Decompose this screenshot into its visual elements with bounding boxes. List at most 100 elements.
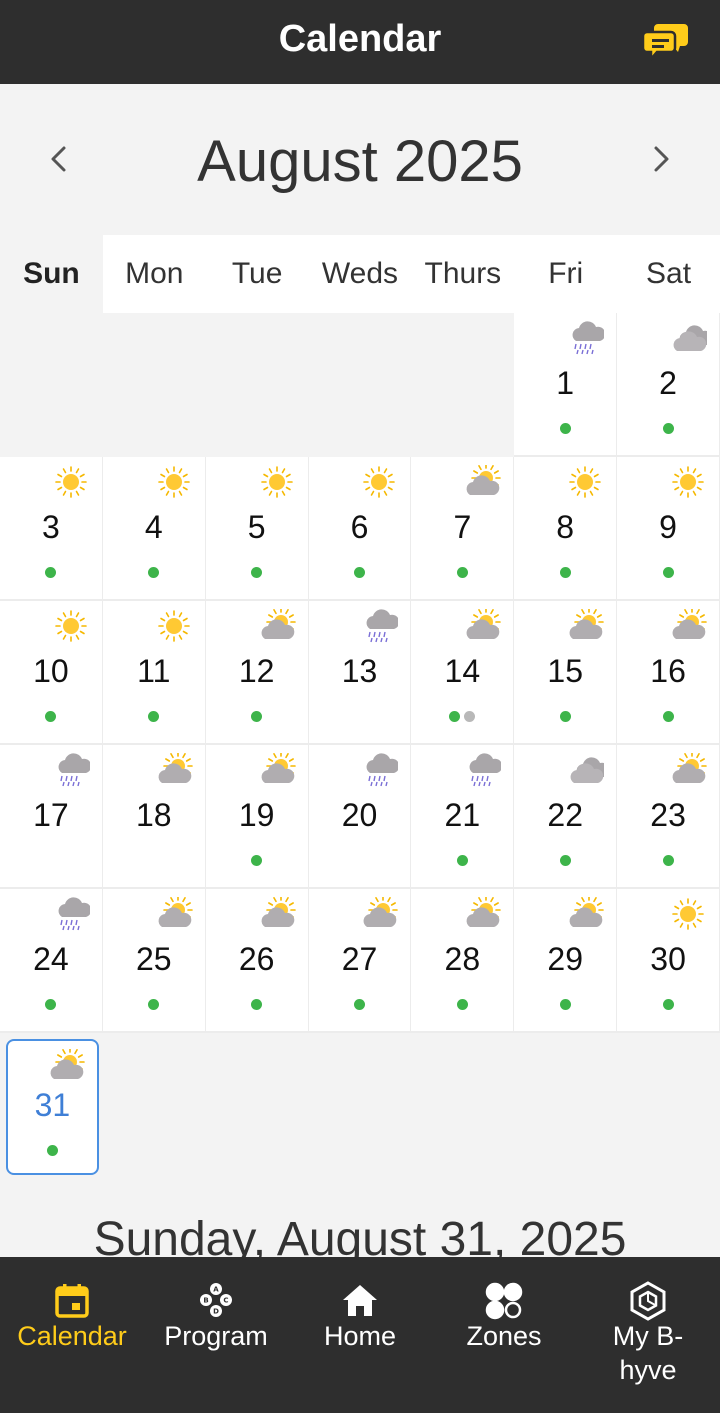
calendar-day-cell[interactable]: 18: [102, 745, 206, 889]
cloudy-weather-icon: [669, 321, 713, 355]
calendar-day-cell[interactable]: 24: [0, 889, 103, 1033]
calendar-day-cell[interactable]: 13: [308, 601, 412, 745]
calendar-day-cell[interactable]: 6: [308, 457, 412, 601]
calendar-day-cell[interactable]: 9: [617, 457, 720, 601]
program-icon: AB CD: [196, 1281, 236, 1321]
calendar-day-cell[interactable]: 30: [617, 889, 720, 1033]
calendar-day-cell[interactable]: 10: [0, 601, 103, 745]
home-icon: [340, 1281, 380, 1321]
calendar-day-cell[interactable]: 22: [514, 745, 618, 889]
calendar-day-cell[interactable]: 19: [205, 745, 309, 889]
sun-weather-icon: [566, 465, 604, 499]
partly-cloudy-weather-icon: [155, 895, 193, 931]
event-indicators: [411, 999, 513, 1010]
day-number: 10: [33, 653, 69, 689]
event-indicators: [206, 711, 308, 722]
event-indicators: [0, 711, 102, 722]
day-number: 1: [556, 365, 575, 401]
event-indicators: [103, 711, 205, 722]
event-indicators: [514, 711, 616, 722]
day-number: 17: [33, 797, 69, 833]
chat-bubbles-icon: [641, 24, 688, 63]
weekday-sat: Sat: [646, 257, 692, 290]
tab-program[interactable]: A B C D Program: [144, 1257, 288, 1413]
partly-cloudy-weather-icon: [566, 895, 604, 931]
chat-button[interactable]: [641, 20, 690, 64]
event-indicators: [411, 855, 513, 866]
watering-event-dot: [148, 999, 160, 1010]
calendar-day-cell[interactable]: 26: [205, 889, 309, 1033]
calendar-day-cell[interactable]: 11: [102, 601, 206, 745]
watering-event-dot: [662, 999, 674, 1010]
event-indicators: [309, 567, 411, 578]
calendar-day-cell[interactable]: 27: [308, 889, 412, 1033]
day-number: 13: [341, 653, 378, 689]
calendar-day-cell[interactable]: 29: [514, 889, 618, 1033]
event-indicators: [309, 999, 411, 1010]
hexagon-device-icon: [628, 1281, 668, 1321]
calendar-day-cell[interactable]: 4: [102, 457, 206, 601]
tab-home[interactable]: Home: [288, 1257, 432, 1413]
cloudy-weather-icon: [566, 753, 610, 787]
svg-text:A: A: [213, 1286, 219, 1294]
day-number: 20: [341, 797, 378, 833]
calendar-day-cell[interactable]: 14: [411, 601, 515, 745]
event-indicators: [411, 711, 513, 722]
calendar-empty-cell: [205, 1033, 309, 1177]
watering-event-dot: [251, 999, 263, 1010]
tab-label: Calendar: [17, 1321, 127, 1351]
weekday-fri: Fri: [548, 257, 584, 290]
calendar-day-cell[interactable]: 5: [205, 457, 309, 601]
partly-cloudy-weather-icon: [258, 895, 296, 931]
watering-event-dot: [559, 711, 571, 722]
event-indicators: [514, 567, 616, 578]
partly-cloudy-weather-icon: [566, 607, 604, 643]
calendar-day-cell[interactable]: 23: [617, 745, 720, 889]
next-month-button[interactable]: [640, 134, 680, 184]
event-indicators: [617, 999, 719, 1010]
sun-weather-icon: [52, 465, 90, 499]
calendar-empty-cell: [102, 1033, 206, 1177]
tab-calendar[interactable]: Calendar: [0, 1257, 144, 1413]
event-indicators: [206, 855, 308, 866]
calendar-day-cell[interactable]: 31: [6, 1039, 99, 1175]
rain-weather-icon: [463, 753, 503, 787]
day-number: 30: [650, 941, 686, 977]
watering-event-dot: [662, 423, 674, 434]
event-indicators: [617, 567, 719, 578]
day-number: 6: [350, 509, 369, 545]
calendar-day-cell[interactable]: 15: [514, 601, 618, 745]
calendar-day-cell[interactable]: 7: [411, 457, 515, 601]
tab-label: Program: [164, 1321, 268, 1351]
calendar-day-cell[interactable]: 12: [205, 601, 309, 745]
watering-event-dot: [45, 567, 57, 578]
weekday-tue: Tue: [231, 257, 283, 290]
event-indicators: [206, 567, 308, 578]
tab-label: Zones: [466, 1321, 542, 1351]
calendar-day-cell[interactable]: 28: [411, 889, 515, 1033]
watering-event-dot: [662, 855, 674, 866]
calendar-day-cell[interactable]: 20: [308, 745, 412, 889]
skipped-event-dot: [464, 711, 476, 722]
calendar-day-cell[interactable]: 16: [617, 601, 720, 745]
weekday-sun: Sun: [0, 235, 103, 313]
calendar-day-cell[interactable]: 25: [102, 889, 206, 1033]
weekday-mon: Mon: [125, 257, 184, 290]
day-number: 12: [238, 653, 275, 689]
calendar-day-cell[interactable]: 21: [411, 745, 515, 889]
tab-zones[interactable]: Zones: [432, 1257, 576, 1413]
rain-weather-icon: [52, 753, 92, 787]
watering-event-dot: [353, 999, 365, 1010]
watering-event-dot: [353, 567, 365, 578]
day-number: 22: [547, 797, 583, 833]
watering-event-dot: [559, 423, 571, 434]
calendar-day-cell[interactable]: 2: [617, 313, 720, 457]
event-indicators: [0, 567, 102, 578]
calendar-day-cell[interactable]: 8: [514, 457, 618, 601]
calendar-day-cell[interactable]: 3: [0, 457, 103, 601]
weekday-header-row: Sun Mon Tue Weds Thurs Fri Sat: [0, 235, 720, 313]
calendar-day-cell[interactable]: 17: [0, 745, 103, 889]
tab-my-bhyve[interactable]: My B- hyve: [576, 1257, 720, 1413]
calendar-day-cell[interactable]: 1: [514, 313, 618, 457]
zones-icon: [484, 1281, 524, 1321]
